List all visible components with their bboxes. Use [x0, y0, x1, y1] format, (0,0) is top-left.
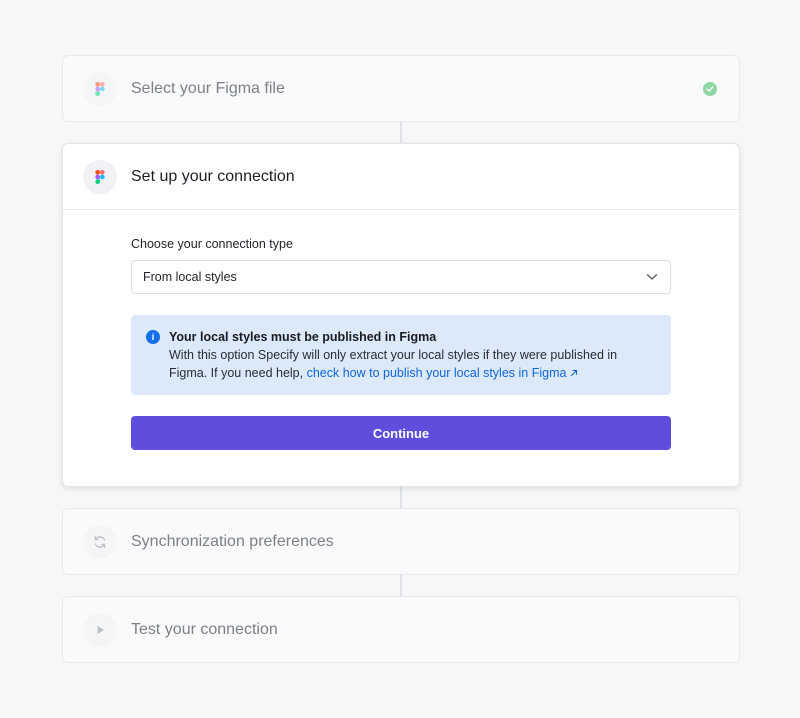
connection-type-label: Choose your connection type	[131, 237, 293, 251]
connection-type-value: From local styles	[143, 270, 237, 284]
publish-help-link[interactable]: check how to publish your local styles i…	[307, 366, 578, 380]
step-connector	[400, 575, 402, 596]
play-icon	[83, 613, 117, 647]
continue-button[interactable]: Continue	[131, 416, 671, 450]
step-set-up-connection: Set up your connection Choose your conne…	[62, 143, 740, 487]
info-body-wrap: With this option Specify will only extra…	[169, 346, 657, 382]
step-title: Test your connection	[131, 621, 278, 638]
publish-help-link-text: check how to publish your local styles i…	[306, 366, 567, 380]
external-arrow-icon	[570, 366, 578, 380]
step-connector	[400, 487, 402, 508]
figma-icon	[83, 159, 117, 194]
sync-icon	[83, 525, 117, 559]
step-title: Set up your connection	[131, 167, 295, 185]
chevron-down-icon	[646, 270, 658, 284]
check-circle-icon	[703, 82, 717, 96]
info-icon: i	[146, 330, 160, 344]
figma-icon	[83, 72, 117, 106]
step-title: Select your Figma file	[131, 80, 285, 97]
connection-type-select[interactable]: From local styles	[131, 260, 671, 294]
step-select-figma-file[interactable]: Select your Figma file	[62, 55, 740, 122]
step-synchronization-preferences[interactable]: Synchronization preferences	[62, 508, 740, 575]
step-title: Synchronization preferences	[131, 533, 334, 550]
info-title: Your local styles must be published in F…	[169, 330, 437, 344]
info-callout: i Your local styles must be published in…	[131, 315, 671, 395]
step-connector	[400, 122, 402, 144]
step-test-connection[interactable]: Test your connection	[62, 596, 740, 663]
